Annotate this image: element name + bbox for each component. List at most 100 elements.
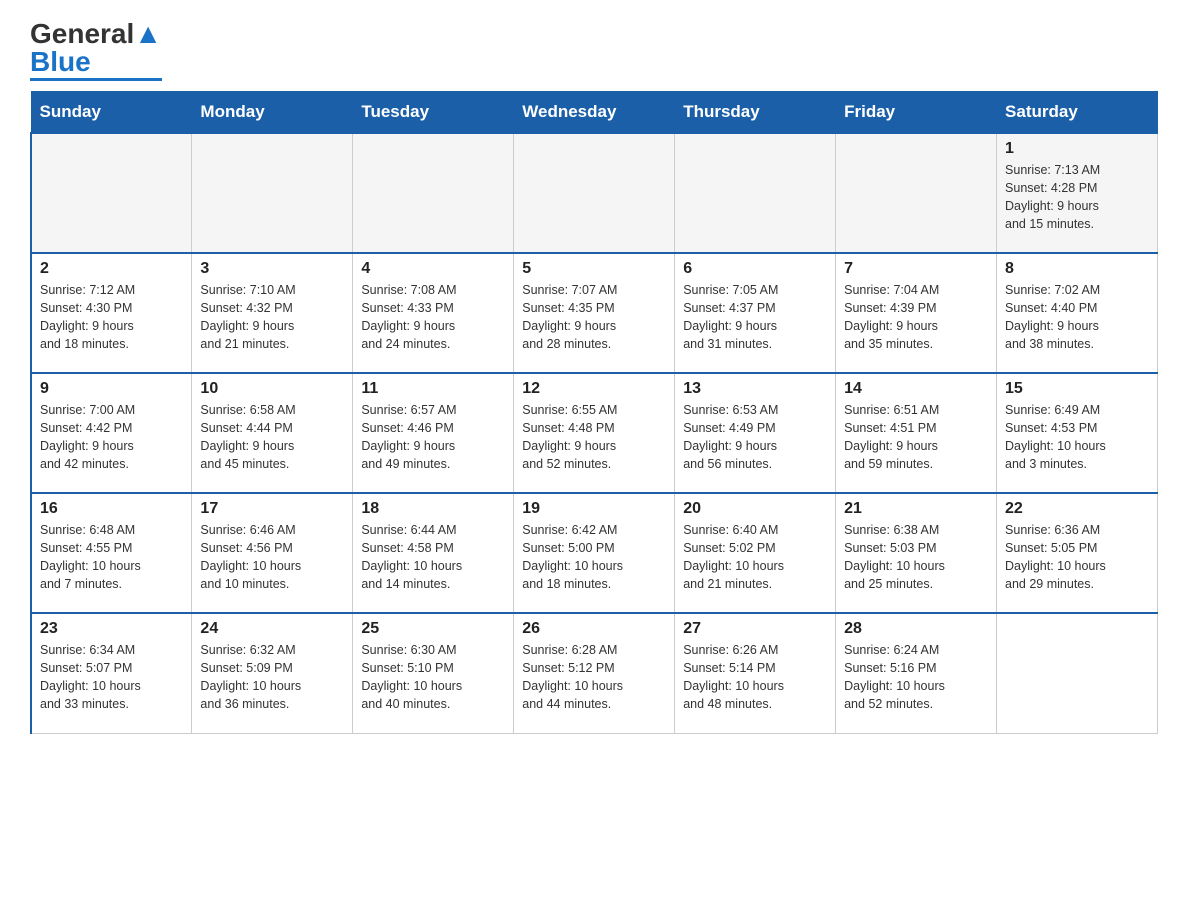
calendar-table: SundayMondayTuesdayWednesdayThursdayFrid… bbox=[30, 91, 1158, 734]
calendar-cell: 16 Sunrise: 6:48 AM Sunset: 4:55 PM Dayli… bbox=[31, 493, 192, 613]
day-number: 5 bbox=[522, 260, 666, 278]
day-info: Sunrise: 6:32 AM Sunset: 5:09 PM Dayligh… bbox=[200, 641, 344, 714]
day-number: 8 bbox=[1005, 260, 1149, 278]
calendar-cell: 7Sunrise: 7:04 AM Sunset: 4:39 PM Daylig… bbox=[836, 253, 997, 373]
weekday-header-wednesday: Wednesday bbox=[514, 92, 675, 134]
calendar-cell: 12Sunrise: 6:55 AM Sunset: 4:48 PM Dayli… bbox=[514, 373, 675, 493]
day-info: Sunrise: 6:57 AM Sunset: 4:46 PM Dayligh… bbox=[361, 401, 505, 474]
calendar-cell: 4 Sunrise: 7:08 AM Sunset: 4:33 PM Daylig… bbox=[353, 253, 514, 373]
day-info: Sunrise: 6:58 AM Sunset: 4:44 PM Dayligh… bbox=[200, 401, 344, 474]
calendar-cell bbox=[514, 133, 675, 253]
calendar-week-row: 9 Sunrise: 7:00 AM Sunset: 4:42 PM Daylig… bbox=[31, 373, 1158, 493]
day-info: Sunrise: 7:00 AM Sunset: 4:42 PM Dayligh… bbox=[40, 401, 183, 474]
day-info: Sunrise: 6:42 AM Sunset: 5:00 PM Dayligh… bbox=[522, 521, 666, 594]
day-number: 6 bbox=[683, 260, 827, 278]
day-number: 11 bbox=[361, 380, 505, 398]
calendar-cell: 13 Sunrise: 6:53 AM Sunset: 4:49 PM Dayli… bbox=[675, 373, 836, 493]
weekday-header-thursday: Thursday bbox=[675, 92, 836, 134]
calendar-cell: 14 Sunrise: 6:51 AM Sunset: 4:51 PM Dayli… bbox=[836, 373, 997, 493]
day-info: Sunrise: 7:13 AM Sunset: 4:28 PM Dayligh… bbox=[1005, 161, 1149, 234]
day-number: 4 bbox=[361, 260, 505, 278]
day-number: 17 bbox=[200, 500, 344, 518]
day-info: Sunrise: 7:08 AM Sunset: 4:33 PM Dayligh… bbox=[361, 281, 505, 354]
page-header: General▲ Blue bbox=[30, 20, 1158, 81]
calendar-cell: 3 Sunrise: 7:10 AM Sunset: 4:32 PM Daylig… bbox=[192, 253, 353, 373]
calendar-body: 1 Sunrise: 7:13 AM Sunset: 4:28 PM Daylig… bbox=[31, 133, 1158, 733]
calendar-cell: 1 Sunrise: 7:13 AM Sunset: 4:28 PM Daylig… bbox=[997, 133, 1158, 253]
calendar-cell: 9 Sunrise: 7:00 AM Sunset: 4:42 PM Daylig… bbox=[31, 373, 192, 493]
calendar-cell: 18 Sunrise: 6:44 AM Sunset: 4:58 PM Dayli… bbox=[353, 493, 514, 613]
day-info: Sunrise: 6:34 AM Sunset: 5:07 PM Dayligh… bbox=[40, 641, 183, 714]
day-number: 3 bbox=[200, 260, 344, 278]
day-info: Sunrise: 7:05 AM Sunset: 4:37 PM Dayligh… bbox=[683, 281, 827, 354]
day-number: 18 bbox=[361, 500, 505, 518]
day-info: Sunrise: 6:44 AM Sunset: 4:58 PM Dayligh… bbox=[361, 521, 505, 594]
day-number: 7 bbox=[844, 260, 988, 278]
day-info: Sunrise: 7:10 AM Sunset: 4:32 PM Dayligh… bbox=[200, 281, 344, 354]
calendar-cell: 21 Sunrise: 6:38 AM Sunset: 5:03 PM Dayli… bbox=[836, 493, 997, 613]
day-info: Sunrise: 6:51 AM Sunset: 4:51 PM Dayligh… bbox=[844, 401, 988, 474]
weekday-header-tuesday: Tuesday bbox=[353, 92, 514, 134]
calendar-week-row: 23 Sunrise: 6:34 AM Sunset: 5:07 PM Dayli… bbox=[31, 613, 1158, 733]
calendar-cell: 19 Sunrise: 6:42 AM Sunset: 5:00 PM Dayli… bbox=[514, 493, 675, 613]
day-number: 28 bbox=[844, 620, 988, 638]
day-info: Sunrise: 6:26 AM Sunset: 5:14 PM Dayligh… bbox=[683, 641, 827, 714]
day-info: Sunrise: 6:36 AM Sunset: 5:05 PM Dayligh… bbox=[1005, 521, 1149, 594]
calendar-cell: 28 Sunrise: 6:24 AM Sunset: 5:16 PM Dayli… bbox=[836, 613, 997, 733]
day-info: Sunrise: 6:40 AM Sunset: 5:02 PM Dayligh… bbox=[683, 521, 827, 594]
day-number: 20 bbox=[683, 500, 827, 518]
day-number: 1 bbox=[1005, 140, 1149, 158]
day-number: 10 bbox=[200, 380, 344, 398]
calendar-cell bbox=[353, 133, 514, 253]
calendar-cell: 26 Sunrise: 6:28 AM Sunset: 5:12 PM Dayli… bbox=[514, 613, 675, 733]
calendar-cell: 10 Sunrise: 6:58 AM Sunset: 4:44 PM Dayli… bbox=[192, 373, 353, 493]
day-number: 12 bbox=[522, 380, 666, 398]
calendar-cell bbox=[836, 133, 997, 253]
logo-line bbox=[30, 78, 162, 81]
calendar-header: SundayMondayTuesdayWednesdayThursdayFrid… bbox=[31, 92, 1158, 134]
day-info: Sunrise: 6:49 AM Sunset: 4:53 PM Dayligh… bbox=[1005, 401, 1149, 474]
calendar-cell bbox=[675, 133, 836, 253]
day-number: 23 bbox=[40, 620, 183, 638]
calendar-cell: 5Sunrise: 7:07 AM Sunset: 4:35 PM Daylig… bbox=[514, 253, 675, 373]
day-number: 21 bbox=[844, 500, 988, 518]
day-info: Sunrise: 6:30 AM Sunset: 5:10 PM Dayligh… bbox=[361, 641, 505, 714]
day-info: Sunrise: 6:24 AM Sunset: 5:16 PM Dayligh… bbox=[844, 641, 988, 714]
day-number: 14 bbox=[844, 380, 988, 398]
logo-blue-text: Blue bbox=[30, 46, 91, 77]
logo: General▲ Blue bbox=[30, 20, 162, 81]
calendar-cell: 6 Sunrise: 7:05 AM Sunset: 4:37 PM Daylig… bbox=[675, 253, 836, 373]
calendar-cell: 8 Sunrise: 7:02 AM Sunset: 4:40 PM Daylig… bbox=[997, 253, 1158, 373]
day-info: Sunrise: 6:46 AM Sunset: 4:56 PM Dayligh… bbox=[200, 521, 344, 594]
weekday-header-sunday: Sunday bbox=[31, 92, 192, 134]
day-info: Sunrise: 6:28 AM Sunset: 5:12 PM Dayligh… bbox=[522, 641, 666, 714]
calendar-cell bbox=[31, 133, 192, 253]
day-number: 16 bbox=[40, 500, 183, 518]
day-number: 24 bbox=[200, 620, 344, 638]
day-number: 22 bbox=[1005, 500, 1149, 518]
day-info: Sunrise: 7:12 AM Sunset: 4:30 PM Dayligh… bbox=[40, 281, 183, 354]
weekday-header-monday: Monday bbox=[192, 92, 353, 134]
day-info: Sunrise: 6:38 AM Sunset: 5:03 PM Dayligh… bbox=[844, 521, 988, 594]
day-number: 15 bbox=[1005, 380, 1149, 398]
calendar-cell: 25Sunrise: 6:30 AM Sunset: 5:10 PM Dayli… bbox=[353, 613, 514, 733]
calendar-cell: 23 Sunrise: 6:34 AM Sunset: 5:07 PM Dayli… bbox=[31, 613, 192, 733]
calendar-cell: 24 Sunrise: 6:32 AM Sunset: 5:09 PM Dayli… bbox=[192, 613, 353, 733]
weekday-header-row: SundayMondayTuesdayWednesdayThursdayFrid… bbox=[31, 92, 1158, 134]
calendar-cell bbox=[192, 133, 353, 253]
calendar-week-row: 2Sunrise: 7:12 AM Sunset: 4:30 PM Daylig… bbox=[31, 253, 1158, 373]
day-info: Sunrise: 6:48 AM Sunset: 4:55 PM Dayligh… bbox=[40, 521, 183, 594]
calendar-cell: 22 Sunrise: 6:36 AM Sunset: 5:05 PM Dayli… bbox=[997, 493, 1158, 613]
weekday-header-saturday: Saturday bbox=[997, 92, 1158, 134]
day-number: 27 bbox=[683, 620, 827, 638]
calendar-cell: 2Sunrise: 7:12 AM Sunset: 4:30 PM Daylig… bbox=[31, 253, 192, 373]
calendar-cell: 15 Sunrise: 6:49 AM Sunset: 4:53 PM Dayli… bbox=[997, 373, 1158, 493]
day-info: Sunrise: 7:02 AM Sunset: 4:40 PM Dayligh… bbox=[1005, 281, 1149, 354]
weekday-header-friday: Friday bbox=[836, 92, 997, 134]
day-info: Sunrise: 6:53 AM Sunset: 4:49 PM Dayligh… bbox=[683, 401, 827, 474]
logo-text: General▲ Blue bbox=[30, 20, 162, 76]
day-number: 13 bbox=[683, 380, 827, 398]
day-number: 9 bbox=[40, 380, 183, 398]
day-number: 26 bbox=[522, 620, 666, 638]
day-number: 19 bbox=[522, 500, 666, 518]
